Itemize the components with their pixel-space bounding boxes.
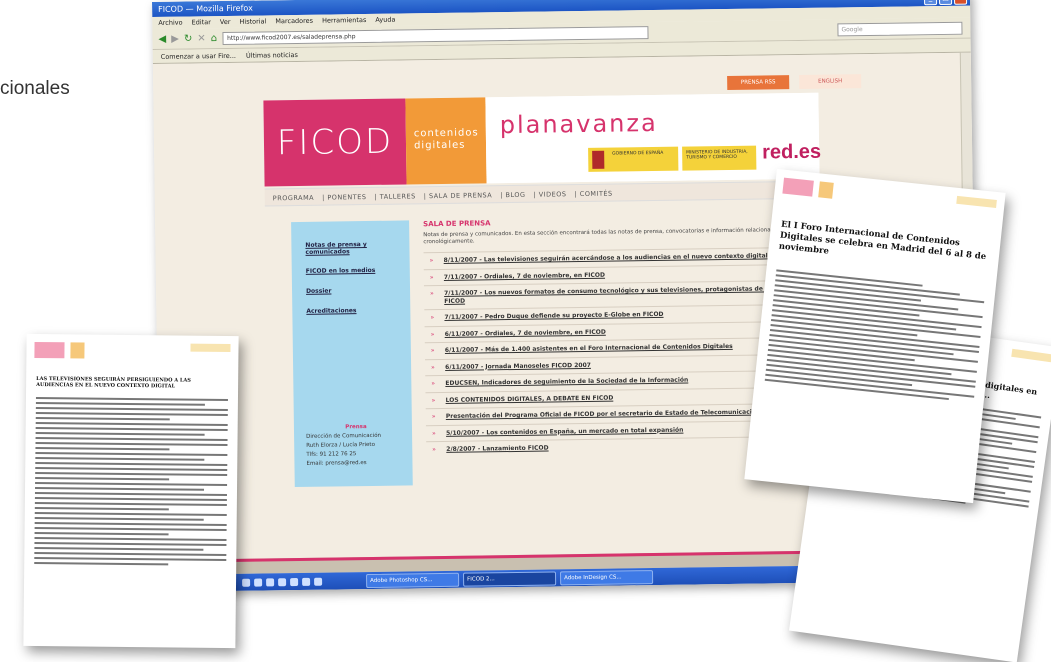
minimize-button[interactable]: _ [923,0,938,5]
caption-text: cionales [0,78,70,99]
quicklaunch-icon[interactable] [254,578,263,587]
menu-marcadores[interactable]: Marcadores [275,17,313,26]
gobierno-label: GOBIERNO DE ESPAÑA [612,150,664,157]
nav-blog[interactable]: BLOG [505,191,525,199]
back-arrow-icon[interactable]: ◀ [158,33,166,44]
sidebar-link-medios[interactable]: FICOD en los medios [306,267,376,275]
news-link[interactable]: 8/11/2007 - Las televisiones seguirán ac… [444,252,768,264]
plan-avanza-banner: planavanza GOBIERNO DE ESPAÑA MINISTERIO… [485,92,822,184]
home-icon[interactable]: ⌂ [211,33,218,44]
quicklaunch-icon[interactable] [242,578,251,587]
paper-banner [956,195,997,208]
window-title: FICOD — Mozilla Firefox [158,3,253,14]
news-link[interactable]: LOS CONTENIDOS DIGITALES, A DEBATE EN FI… [446,394,614,403]
contact-email[interactable]: Email: prensa@red.es [306,458,406,468]
prensa-rss-button[interactable]: PRENSA RSS [727,75,790,90]
site-header: FICOD contenidos digitales planavanza GO… [263,92,822,187]
gobierno-logo: GOBIERNO DE ESPAÑA [588,146,679,172]
taskbar-task[interactable]: Adobe Photoshop CS... [366,572,460,588]
ficod-logo[interactable]: FICOD [263,98,407,187]
quicklaunch-icon[interactable] [314,577,323,586]
news-link[interactable]: Presentación del Programa Oficial de FIC… [446,408,768,419]
stop-icon[interactable]: ✕ [197,33,206,44]
ministerio-logo: MINISTERIO DE INDUSTRIA, TURISMO Y COMER… [682,145,757,171]
nav-talleres[interactable]: TALLERES [380,192,416,201]
search-input[interactable]: Google [837,21,963,36]
paper-banner [1011,348,1051,363]
menu-archivo[interactable]: Archivo [158,19,182,27]
paper-banner [190,343,231,353]
news-link[interactable]: 6/11/2007 - Más de 1.400 asistentes en e… [445,343,733,354]
nav-videos[interactable]: VIDEOS [539,190,567,198]
spain-shield-icon [592,150,605,169]
paper-title: LAS TELEVISIONES SEGUIRÁN PERSIGUIENDO A… [36,376,191,390]
forward-arrow-icon[interactable]: ▶ [171,33,179,44]
news-link[interactable]: 2/8/2007 - Lanzamiento FICOD [446,445,548,453]
menu-ver[interactable]: Ver [220,18,231,26]
menu-editar[interactable]: Editar [192,18,211,26]
news-link[interactable]: 6/11/2007 - Jornada Manoseles FICOD 2007 [445,361,591,370]
nav-sala-de-prensa[interactable]: SALA DE PRENSA [429,191,492,200]
news-link[interactable]: 6/11/2007 - Ordiales, 7 de noviembre, en… [445,328,606,337]
press-contact: Prensa Dirección de Comunicación Ruth El… [306,422,407,468]
address-bar[interactable]: http://www.ficod2007.es/saladeprensa.php [221,25,649,45]
menu-historial[interactable]: Historial [239,17,266,25]
paper-logo [34,341,65,359]
nav-programa[interactable]: PROGRAMA [273,194,314,203]
rede-logo: red.es [762,140,822,164]
press-release-left: LAS TELEVISIONES SEGUIRÁN PERSIGUIENDO A… [23,333,239,649]
paper-logo [782,177,814,197]
menu-ayuda[interactable]: Ayuda [375,16,395,24]
menu-herramientas[interactable]: Herramientas [322,16,366,25]
quicklaunch-icon[interactable] [302,577,311,586]
sidebar-link-dossier[interactable]: Dossier [306,288,331,295]
news-link[interactable]: 5/10/2007 - Los contenidos en España, un… [446,426,683,436]
nav-comites[interactable]: COMITÉS [580,190,613,198]
sidebar-link-acreditaciones[interactable]: Acreditaciones [306,307,356,315]
news-link[interactable]: EDUCSEN, Indicadores de seguimiento de l… [445,377,688,387]
nav-ponentes[interactable]: PONENTES [327,193,366,202]
quicklaunch-icon[interactable] [278,577,287,586]
paper-logo [818,181,834,199]
plan-avanza-logo: planavanza [499,108,658,140]
bookmark-item[interactable]: Últimas noticias [246,50,298,59]
sidebar-link-notas[interactable]: Notas de prensa y comunicados [305,241,395,256]
section-intro: Notas de prensa y comunicados. En esta s… [423,226,811,246]
english-button[interactable]: ENGLISH [799,74,862,89]
taskbar-task[interactable]: FICOD 2... [462,570,557,587]
quicklaunch-icon[interactable] [290,577,299,586]
tagline: contenidos digitales [405,97,487,185]
bookmark-item[interactable]: Comenzar a usar Fire... [161,51,236,60]
maximize-button[interactable]: □ [938,0,953,5]
paper-body [754,259,996,412]
tagline-line: digitales [413,139,466,152]
quicklaunch-icon[interactable] [266,577,275,586]
reload-icon[interactable]: ↻ [184,33,193,44]
news-link[interactable]: 7/11/2007 - Los nuevos formatos de consu… [444,285,805,305]
news-link[interactable]: 7/11/2007 - Pedro Duque defiende su proy… [444,311,663,321]
close-button[interactable]: × [953,0,968,5]
tagline-line: contenidos [413,127,479,140]
press-sidebar: Notas de prensa y comunicados FICOD en l… [291,220,413,488]
news-link[interactable]: 7/11/2007 - Ordiales, 7 de noviembre, en… [444,271,605,280]
paper-logo [70,342,85,359]
press-release-middle: El I Foro Internacional de Contenidos Di… [744,168,1006,504]
taskbar-task[interactable]: Adobe InDesign CS... [559,569,654,585]
paper-body [24,388,238,575]
section-title: SALA DE PRENSA [423,219,491,229]
